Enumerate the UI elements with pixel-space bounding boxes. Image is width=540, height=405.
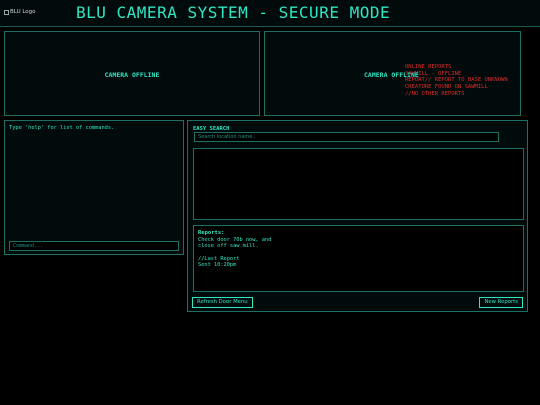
overlay-line: SAWMILL - OFFLINE [405,70,462,77]
overlay-line: ONLINE REPORTS [405,64,452,70]
brand-logo: BLU Logo [4,9,36,15]
app-header: BLU Logo BLU CAMERA SYSTEM - SECURE MODE [0,0,540,27]
reports-title: Reports: [198,230,225,236]
reports-body: Check door 70b now, and close off saw mi… [198,237,272,268]
page-title: BLU CAMERA SYSTEM - SECURE MODE [76,3,391,22]
camera-status: CAMERA OFFLINE [364,71,419,79]
search-input[interactable] [194,132,499,142]
search-results [193,148,524,220]
command-console: Type 'help' for list of commands. [4,120,184,255]
console-hint: Type 'help' for list of commands. [9,125,115,131]
camera-report-overlay: ONLINE REPORTS SAWMILL - OFFLINE REPORT/… [405,64,508,98]
logo-alt-text: BLU Logo [10,9,36,15]
overlay-line: CREATURE FOUND ON SAWMILL [405,84,488,91]
overlay-line: //NO OTHER REPORTS [405,90,465,97]
new-reports-button[interactable]: New Reports [479,297,523,308]
command-input[interactable] [9,241,179,251]
refresh-door-menu-button[interactable]: Refresh Door Menu [192,297,253,308]
camera-feed-1: CAMERA OFFLINE [4,31,260,116]
camera-status: CAMERA OFFLINE [104,71,160,79]
reports-box: Reports: Check door 70b now, and close o… [193,225,524,292]
broken-image-icon [4,9,9,15]
search-panel: EASY SEARCH Reports: Check door 70b now,… [187,120,528,312]
camera-feed-2: ONLINE REPORTS SAWMILL - OFFLINE REPORT/… [264,31,521,116]
overlay-line: REPORT// REPORT TO BASE UNKNOWN [405,77,508,84]
